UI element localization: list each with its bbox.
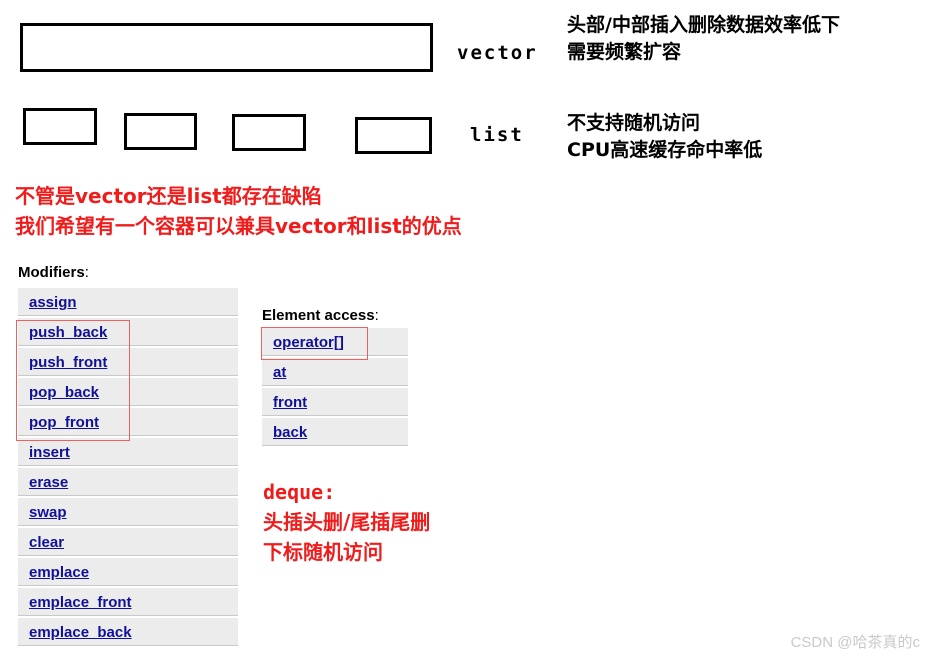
page-root: { "diagram": { "vector": { "container_na…	[0, 0, 932, 664]
element-access-link-operator-index[interactable]: operator[]	[273, 334, 344, 351]
deque-note-line-2: 下标随机访问	[263, 540, 383, 564]
list-item[interactable]: push_back	[18, 318, 238, 348]
element-access-heading: Element access:	[262, 307, 379, 324]
list-drawback-line-2: CPU高速缓存命中率低	[567, 139, 763, 161]
deque-note-title: deque:	[263, 480, 336, 504]
problem-summary-line-2: 我们希望有一个容器可以兼具vector和list的优点	[15, 214, 462, 238]
list-item[interactable]: erase	[18, 468, 238, 498]
list-item[interactable]: at	[262, 358, 408, 388]
modifiers-link-push-front[interactable]: push_front	[29, 354, 107, 371]
modifiers-link-emplace-front[interactable]: emplace_front	[29, 594, 132, 611]
list-node	[124, 113, 197, 150]
problem-summary-note: 不管是vector还是list都存在缺陷 我们希望有一个容器可以兼具vector…	[15, 181, 462, 241]
modifiers-heading: Modifiers:	[18, 264, 89, 281]
deque-note-line-1: 头插头删/尾插尾删	[263, 510, 431, 534]
list-item[interactable]: emplace_back	[18, 618, 238, 648]
list-item[interactable]: front	[262, 388, 408, 418]
list-item[interactable]: push_front	[18, 348, 238, 378]
modifiers-link-assign[interactable]: assign	[29, 294, 77, 311]
element-access-link-back[interactable]: back	[273, 424, 307, 441]
element-access-list: operator[] at front back	[262, 328, 408, 448]
modifiers-link-insert[interactable]: insert	[29, 444, 70, 461]
list-node	[355, 117, 432, 154]
modifiers-heading-colon: :	[84, 264, 89, 281]
list-item[interactable]: swap	[18, 498, 238, 528]
list-drawback-note: 不支持随机访问 CPU高速缓存命中率低	[567, 110, 762, 164]
list-node	[23, 108, 97, 145]
modifiers-link-emplace[interactable]: emplace	[29, 564, 89, 581]
modifiers-link-clear[interactable]: clear	[29, 534, 64, 551]
list-item[interactable]: operator[]	[262, 328, 408, 358]
list-node	[232, 114, 306, 151]
list-item[interactable]: pop_front	[18, 408, 238, 438]
element-access-link-front[interactable]: front	[273, 394, 307, 411]
list-item[interactable]: back	[262, 418, 408, 448]
vector-drawback-line-1: 头部/中部插入删除数据效率低下	[567, 14, 840, 36]
modifiers-link-swap[interactable]: swap	[29, 504, 67, 521]
element-access-heading-text: Element access	[262, 307, 375, 324]
list-container-label: list	[470, 124, 524, 146]
modifiers-link-emplace-back[interactable]: emplace_back	[29, 624, 132, 641]
list-item[interactable]: pop_back	[18, 378, 238, 408]
modifiers-link-pop-front[interactable]: pop_front	[29, 414, 99, 431]
list-item[interactable]: emplace_front	[18, 588, 238, 618]
vector-memory-block	[20, 23, 433, 72]
modifiers-list: assign push_back push_front pop_back pop…	[18, 288, 238, 648]
vector-drawback-line-2: 需要频繁扩容	[567, 41, 682, 63]
vector-container-label: vector	[457, 42, 538, 64]
csdn-watermark: CSDN @哈茶真的c	[790, 634, 920, 651]
element-access-link-at[interactable]: at	[273, 364, 286, 381]
problem-summary-line-1: 不管是vector还是list都存在缺陷	[15, 184, 322, 208]
list-item[interactable]: emplace	[18, 558, 238, 588]
list-item[interactable]: clear	[18, 528, 238, 558]
deque-note: deque: 头插头删/尾插尾删 下标随机访问	[263, 477, 430, 567]
vector-drawback-note: 头部/中部插入删除数据效率低下 需要频繁扩容	[567, 12, 840, 66]
modifiers-link-pop-back[interactable]: pop_back	[29, 384, 99, 401]
list-item[interactable]: insert	[18, 438, 238, 468]
list-item[interactable]: assign	[18, 288, 238, 318]
modifiers-link-erase[interactable]: erase	[29, 474, 68, 491]
modifiers-link-push-back[interactable]: push_back	[29, 324, 107, 341]
modifiers-heading-text: Modifiers	[18, 264, 85, 281]
element-access-heading-colon: :	[374, 307, 379, 324]
list-drawback-line-1: 不支持随机访问	[567, 112, 701, 134]
